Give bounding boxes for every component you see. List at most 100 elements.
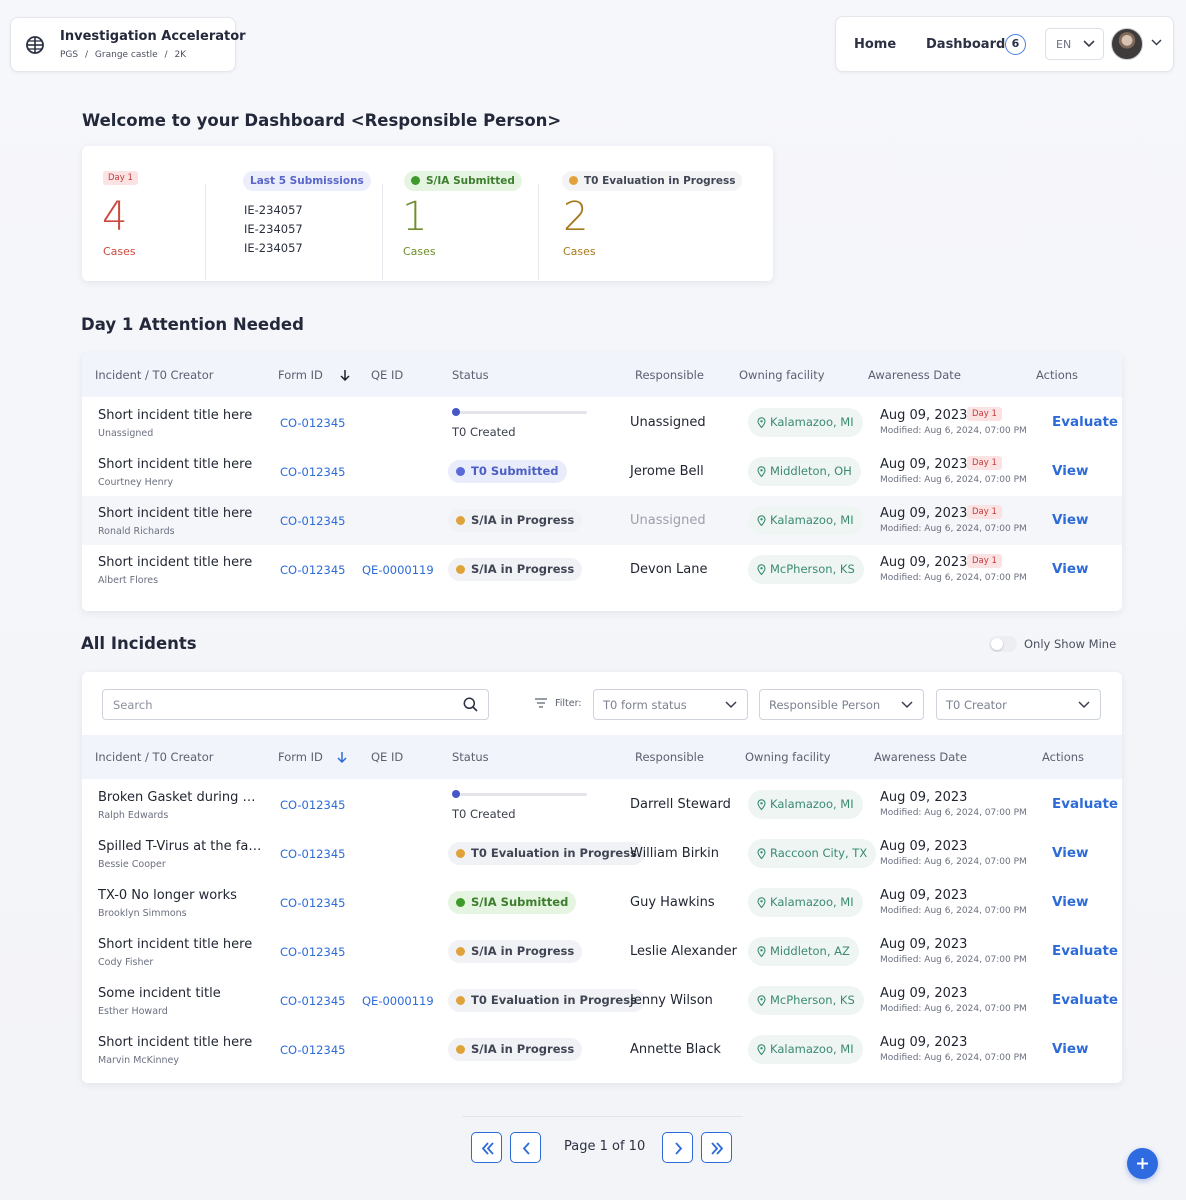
chevron-down-icon[interactable] [1151,39,1162,46]
page-indicator: Page 1 of 10 [564,1139,646,1154]
facility-name: Kalamazoo, MI [770,513,854,527]
evaluate-link[interactable]: Evaluate [1052,992,1118,1008]
responsible: Devon Lane [630,562,708,577]
table-row[interactable]: Short incident title here Cody Fisher CO… [82,927,1122,976]
form-id-link[interactable]: CO-012345 [280,994,345,1008]
day1-tag: Day 1 [967,407,1002,421]
search-input[interactable]: Search [102,689,489,720]
prev-page-button[interactable] [510,1132,541,1163]
first-page-button[interactable] [471,1132,502,1163]
all-incidents-heading: All Incidents [81,634,197,653]
facility-name: Middleton, OH [770,464,852,478]
submission-item[interactable]: IE-234057 [244,220,303,239]
table-row[interactable]: Short incident title here Courtney Henry… [82,447,1122,496]
form-id-link[interactable]: CO-012345 [280,847,345,861]
t0-form-status-filter[interactable]: T0 form status [593,689,748,720]
responsible-person-filter[interactable]: Responsible Person [759,689,924,720]
status-dot [411,176,420,185]
modified-date: Modified: Aug 6, 2024, 07:00 PM [880,1004,1027,1014]
form-id-link[interactable]: CO-012345 [280,465,345,479]
last-page-icon [711,1142,724,1155]
facility-chip: McPherson, KS [748,986,864,1015]
form-id-link[interactable]: CO-012345 [280,416,345,430]
table-row[interactable]: Short incident title here Ronald Richard… [82,496,1122,545]
day1-tag: Day 1 [967,505,1002,519]
evaluate-link[interactable]: Evaluate [1052,796,1118,812]
form-id-link[interactable]: CO-012345 [280,563,345,577]
language-select[interactable]: EN [1045,28,1104,60]
day1-tag: Day 1 [967,456,1002,470]
view-link[interactable]: View [1052,463,1088,479]
table-row[interactable]: Short incident title here Unassigned CO-… [82,398,1122,447]
add-incident-button[interactable] [1127,1148,1158,1179]
plus-icon [1137,1158,1148,1169]
sort-arrow-icon[interactable] [340,369,350,381]
t0-creator-filter[interactable]: T0 Creator [936,689,1101,720]
attention-table: Incident / T0 Creator Form ID QE ID Stat… [82,353,1122,611]
divider [205,184,206,280]
only-show-mine-toggle[interactable] [989,636,1017,652]
col-form-id[interactable]: Form ID [278,750,323,764]
progress-dot [452,408,460,416]
filter-value: T0 Creator [946,698,1007,712]
view-link[interactable]: View [1052,1041,1088,1057]
nav-dashboard-link[interactable]: Dashboard [926,37,1005,52]
table-row[interactable]: Broken Gasket during a... Ralph Edwards … [82,780,1122,829]
qe-id-link[interactable]: QE-0000119 [362,994,434,1008]
facility-name: Kalamazoo, MI [770,415,854,429]
filter-value: Responsible Person [769,698,881,712]
next-page-button[interactable] [662,1132,693,1163]
facility-chip: Raccoon City, TX [748,839,877,868]
form-id-link[interactable]: CO-012345 [280,1043,345,1057]
table-row[interactable]: Short incident title here Albert Flores … [82,545,1122,594]
prev-page-icon [522,1142,530,1155]
chevron-down-icon [1083,40,1095,48]
status-text: S/IA in Progress [471,944,575,958]
location-pin-icon [757,515,766,526]
table-row[interactable]: Some incident title Esther Howard CO-012… [82,976,1122,1025]
table-row[interactable]: TX-0 No longer works Brooklyn Simmons CO… [82,878,1122,927]
form-id-link[interactable]: CO-012345 [280,945,345,959]
form-id-link[interactable]: CO-012345 [280,798,345,812]
evaluate-link[interactable]: Evaluate [1052,943,1118,959]
form-id-link[interactable]: CO-012345 [280,514,345,528]
view-link[interactable]: View [1052,894,1088,910]
modified-date: Modified: Aug 6, 2024, 07:00 PM [880,475,1027,485]
table-header: Incident / T0 Creator Form ID QE ID Stat… [82,735,1122,779]
sort-arrow-icon[interactable] [337,751,347,763]
responsible: Darrell Steward [630,797,731,812]
status-dot [456,516,465,525]
table-row[interactable]: Spilled T-Virus at the fac... Bessie Coo… [82,829,1122,878]
nav-home-link[interactable]: Home [854,37,896,52]
location-pin-icon [757,848,766,859]
evaluate-link[interactable]: Evaluate [1052,414,1118,430]
incident-title: Some incident title [98,986,221,1001]
form-id-link[interactable]: CO-012345 [280,896,345,910]
breadcrumb-item[interactable]: 2K [174,50,186,60]
submission-item[interactable]: IE-234057 [244,239,303,258]
search-icon[interactable] [463,697,478,712]
status-dot [569,176,578,185]
avatar[interactable] [1111,28,1143,60]
view-link[interactable]: View [1052,512,1088,528]
breadcrumb-item[interactable]: Grange castle [95,50,158,60]
status-badge: S/IA Submitted [448,891,577,914]
incident-title: Short incident title here [98,555,253,570]
view-link[interactable]: View [1052,561,1088,577]
submission-item[interactable]: IE-234057 [244,201,303,220]
table-row[interactable]: Short incident title here Marvin McKinne… [82,1025,1122,1074]
responsible: Annette Black [630,1042,721,1057]
submitted-count: 1 [402,194,428,240]
awareness-date: Aug 09, 2023 [880,888,968,903]
location-pin-icon [757,466,766,477]
qe-id-link[interactable]: QE-0000119 [362,563,434,577]
last-page-button[interactable] [701,1132,732,1163]
progress-bar [452,790,587,798]
breadcrumb-item[interactable]: PGS [60,50,78,60]
incident-title: Short incident title here [98,408,253,423]
incident-title: Broken Gasket during a... [98,790,262,805]
progress-dot [452,790,460,798]
responsible: Guy Hawkins [630,895,715,910]
col-form-id[interactable]: Form ID [278,368,323,382]
view-link[interactable]: View [1052,845,1088,861]
